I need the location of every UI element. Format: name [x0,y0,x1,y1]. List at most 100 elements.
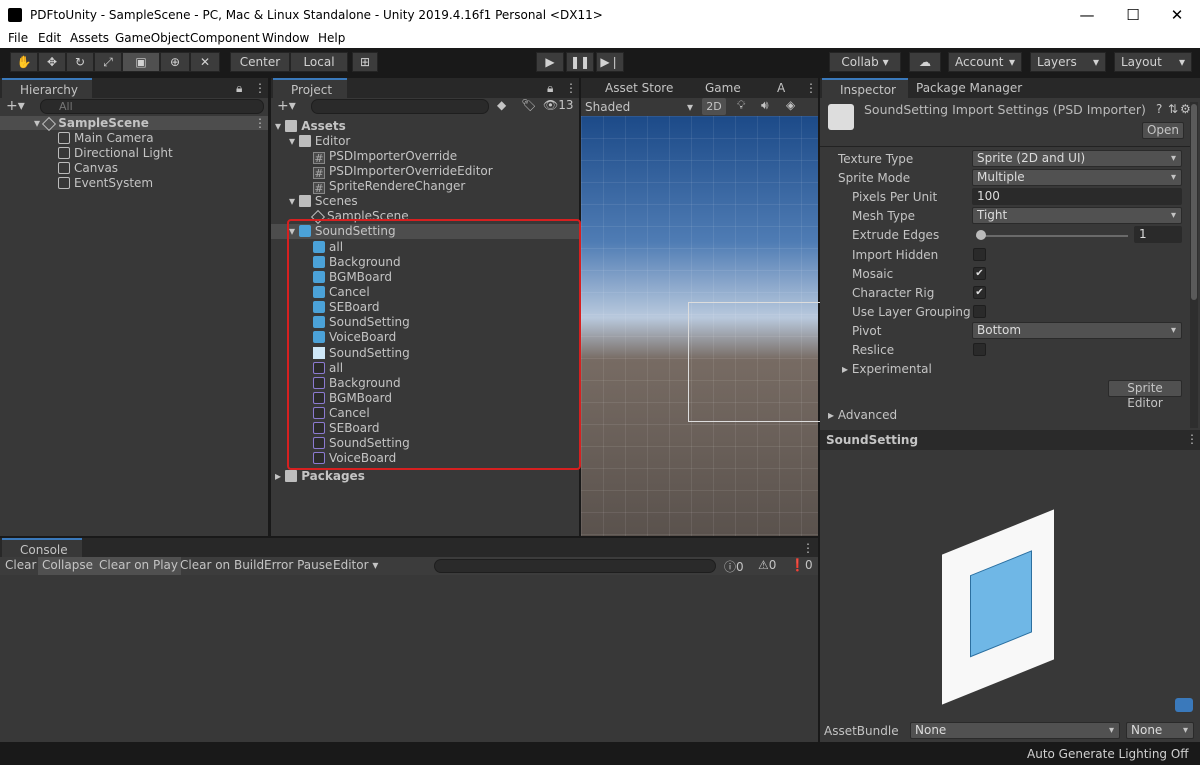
tab-game[interactable]: Game [687,78,747,98]
maximize-button[interactable]: ☐ [1110,0,1156,30]
scene-more-icon[interactable]: ⋮ [254,116,266,130]
scale-tool-icon[interactable]: ⤢ [94,52,122,72]
layer-grouping-checkbox[interactable] [973,305,986,318]
folder-packages[interactable]: ▸ Packages [275,469,365,484]
hierarchy-item[interactable]: Canvas [58,161,118,176]
lock-icon[interactable]: 🔒︎ [547,81,553,96]
tag-icon[interactable] [1175,698,1193,712]
menu-window[interactable]: Window [262,31,309,45]
more-icon[interactable]: ⋮ [565,81,577,95]
reslice-checkbox[interactable] [973,343,986,356]
mode-2d-button[interactable]: 2D [702,98,726,115]
assetbundle-variant-dropdown[interactable]: None [1126,722,1194,739]
hidden-count[interactable]: 👁︎13 [543,98,574,112]
tab-hierarchy[interactable]: Hierarchy [2,78,92,98]
collab-button[interactable]: Collab ▾ [829,52,901,72]
assetbundle-dropdown[interactable]: None [910,722,1120,739]
character-rig-checkbox[interactable]: ✔ [973,286,986,299]
console-collapse-button[interactable]: Collapse [38,557,97,575]
lock-icon[interactable]: 🔒︎ [236,81,242,96]
inspector-scrollbar[interactable] [1190,102,1198,428]
pivot-center-button[interactable]: Center [230,52,290,72]
menu-gameobject[interactable]: GameObject [115,31,190,45]
experimental-foldout[interactable]: ▸ Experimental [842,362,932,376]
open-button[interactable]: Open [1142,122,1184,139]
extrude-slider-track[interactable] [976,235,1128,237]
menu-file[interactable]: File [8,31,28,45]
more-icon[interactable]: ⋮ [802,541,814,555]
lighting-icon[interactable]: 💡︎ [737,98,745,113]
sprite-editor-button[interactable]: Sprite Editor [1108,380,1182,410]
mesh-type-dropdown[interactable]: Tight [972,207,1182,224]
hierarchy-item[interactable]: EventSystem [58,176,153,191]
preview-more-icon[interactable]: ⋮ [1186,432,1198,446]
folder-scenes[interactable]: ▾ Scenes [289,194,358,209]
transform-tool-icon[interactable]: ⊕ [160,52,190,72]
hand-tool-icon[interactable]: ✋ [10,52,38,72]
extrude-slider-handle[interactable] [976,230,986,240]
hierarchy-item[interactable]: Directional Light [58,146,173,161]
rect-tool-icon[interactable]: ▣ [122,52,160,72]
effects-icon[interactable]: ◈ [786,98,795,112]
minimize-button[interactable]: — [1064,0,1110,30]
cloud-icon[interactable]: ☁ [909,52,941,72]
console-clear-on-play-button[interactable]: Clear on Play [96,557,181,575]
help-icon[interactable]: ? [1156,102,1162,116]
error-count-badge[interactable]: ❗0 [790,558,813,572]
script-item[interactable]: # SpriteRendereChanger [313,179,465,195]
script-item[interactable]: # PSDImporterOverride [313,149,457,165]
menu-edit[interactable]: Edit [38,31,61,45]
audio-icon[interactable]: 🔊︎ [761,98,769,113]
menu-component[interactable]: Component [190,31,260,45]
shading-dropdown[interactable]: Shaded ▾ [585,99,695,115]
preset-icon[interactable]: ⇅ [1168,102,1178,116]
add-icon[interactable]: +▾ [6,98,25,114]
menu-help[interactable]: Help [318,31,345,45]
pivot-dropdown[interactable]: Bottom [972,322,1182,339]
error-count[interactable]: ⓘ0 [724,558,744,575]
texture-type-dropdown[interactable]: Sprite (2D and UI) [972,150,1182,167]
console-error-pause-button[interactable]: Error Pause [264,558,332,572]
pause-button[interactable]: ❚❚ [566,52,594,72]
more-icon[interactable]: ⋮ [254,81,266,95]
tab-animation[interactable]: A [759,78,795,98]
inspector-scroll-thumb[interactable] [1191,104,1197,300]
scene-row[interactable]: ▾ SampleScene ⋮ [0,116,268,132]
extrude-input[interactable]: 1 [1134,226,1182,243]
close-button[interactable]: ✕ [1154,0,1200,30]
pixels-per-unit-input[interactable]: 100 [972,188,1182,205]
tab-console[interactable]: Console [2,538,82,558]
move-tool-icon[interactable]: ✥ [38,52,66,72]
folder-editor[interactable]: ▾ Editor [289,134,350,149]
tab-project[interactable]: Project [273,78,347,98]
import-hidden-checkbox[interactable] [973,248,986,261]
layers-dropdown[interactable]: Layers ▾ [1030,52,1106,72]
step-button[interactable]: ▶❘ [596,52,624,72]
console-clear-button[interactable]: Clear [5,558,36,572]
hierarchy-item[interactable]: Main Camera [58,131,154,146]
tab-inspector[interactable]: Inspector [822,78,908,98]
snap-icon[interactable]: ⊞ [352,52,378,72]
tab-asset-store[interactable]: Asset Store [587,78,675,98]
mosaic-checkbox[interactable]: ✔ [973,267,986,280]
filter-label-icon[interactable]: 🏷︎ [521,98,536,112]
filter-type-icon[interactable]: ◆ [497,98,506,112]
console-editor-dropdown[interactable]: Editor ▾ [333,558,378,572]
more-icon[interactable]: ⋮ [805,81,817,95]
menu-assets[interactable]: Assets [70,31,109,45]
console-clear-on-build-button[interactable]: Clear on Build [180,558,264,572]
account-dropdown[interactable]: Account ▾ [948,52,1022,72]
play-button[interactable]: ▶ [536,52,564,72]
console-search-input[interactable] [434,559,716,573]
console-log-area[interactable] [0,576,818,742]
hierarchy-search-input[interactable] [40,99,264,114]
custom-tool-icon[interactable]: ✕ [190,52,220,72]
folder-assets[interactable]: ▾ Assets [275,119,346,134]
pivot-local-button[interactable]: Local [290,52,348,72]
sprite-mode-dropdown[interactable]: Multiple [972,169,1182,186]
tab-package-manager[interactable]: Package Manager [908,78,1028,98]
scene-viewport[interactable] [581,116,828,536]
create-icon[interactable]: +▾ [277,98,296,114]
warning-count[interactable]: ⚠0 [758,558,776,572]
rotate-tool-icon[interactable]: ↻ [66,52,94,72]
